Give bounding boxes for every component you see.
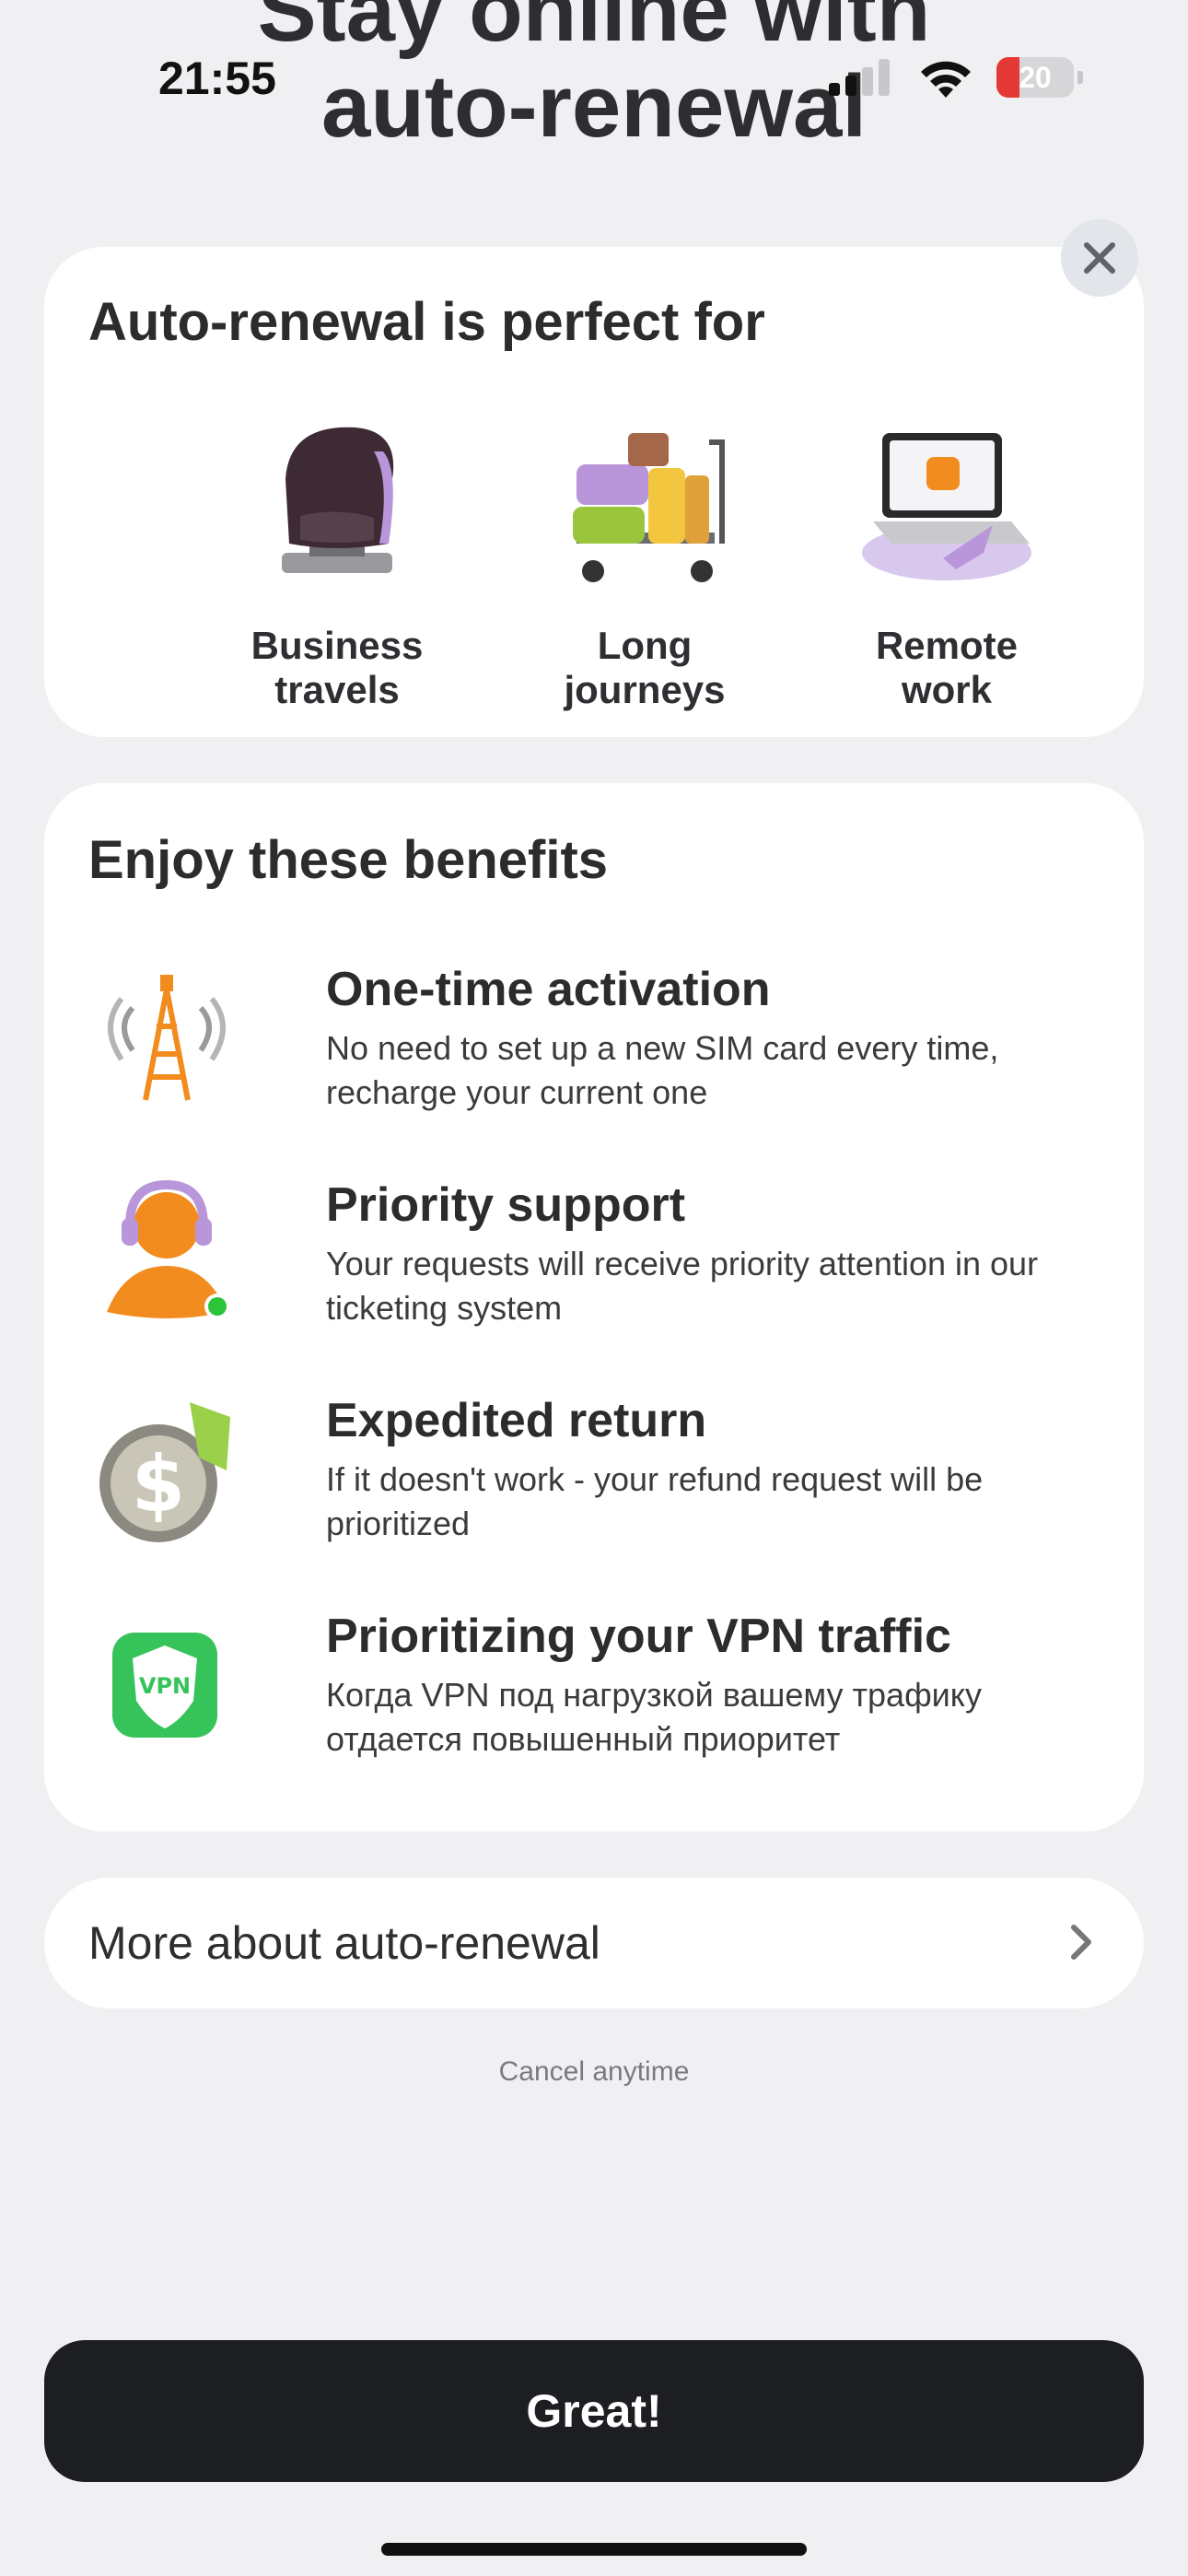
use-cases-card: Auto-renewal is perfect for Business tra… <box>44 247 1144 737</box>
status-icons: 20 <box>829 57 1083 98</box>
use-cases-title: Auto-renewal is perfect for <box>88 292 765 352</box>
cancel-anytime-note: Cancel anytime <box>498 2056 690 2087</box>
close-button[interactable] <box>1061 219 1138 297</box>
support-agent-icon <box>107 1179 230 1319</box>
benefit-vpn-priority: VPN Prioritizing your VPN traffic Когда … <box>88 1609 1120 1793</box>
battery-level: 20 <box>1019 61 1052 94</box>
chevron-right-icon <box>1071 1925 1091 1960</box>
benefit-title: Expedited return <box>326 1394 707 1447</box>
cellular-signal-icon <box>829 59 890 96</box>
benefits-title: Enjoy these benefits <box>88 830 609 890</box>
benefit-description: If it doesn't work - your refund request… <box>326 1460 984 1542</box>
benefit-title: Prioritizing your VPN traffic <box>326 1610 951 1663</box>
benefit-one-time-activation: One-time activation No need to set up a … <box>88 962 1120 1146</box>
benefit-title: One-time activation <box>326 963 771 1016</box>
laptop-icon <box>862 433 1031 580</box>
battery-icon: 20 <box>996 57 1074 98</box>
vpn-badge-text: VPN <box>139 1673 191 1699</box>
use-case-long-journeys: Long journeys <box>525 415 764 712</box>
wifi-icon <box>921 61 971 98</box>
benefits-card: Enjoy these benefits One-time activation… <box>44 783 1144 1832</box>
use-case-business-travels: Business travels <box>217 415 457 712</box>
use-case-remote-work: Remote work <box>827 415 1066 712</box>
use-case-label: Remote work <box>875 624 1019 711</box>
armchair-icon <box>282 427 394 573</box>
luggage-cart-icon <box>573 433 725 582</box>
status-time: 21:55 <box>158 53 276 104</box>
use-case-label: Business travels <box>250 624 424 711</box>
benefit-priority-support: Priority support Your requests will rece… <box>88 1177 1120 1362</box>
benefit-description: No need to set up a new SIM card every t… <box>326 1029 999 1111</box>
page-title-line-1: Stay online with <box>257 0 931 60</box>
great-button[interactable]: Great! <box>44 2340 1144 2482</box>
benefit-description: Когда VPN под нагрузкой вашему трафику о… <box>326 1676 982 1758</box>
use-case-label: Long journeys <box>564 624 726 711</box>
close-icon <box>1084 242 1115 274</box>
more-about-auto-renewal-row[interactable]: More about auto-renewal <box>44 1878 1144 2008</box>
home-indicator[interactable] <box>381 2543 807 2556</box>
benefit-description: Your requests will receive priority atte… <box>326 1245 1039 1327</box>
benefit-title: Priority support <box>326 1178 686 1232</box>
cell-tower-icon <box>108 975 226 1101</box>
dollar-coin-icon: $ <box>99 1402 230 1542</box>
benefit-expedited-return: $ Expedited return If it doesn't work - … <box>88 1393 1120 1577</box>
more-about-label: More about auto-renewal <box>88 1917 600 1969</box>
battery-tip <box>1077 71 1083 84</box>
svg-text:$: $ <box>132 1439 185 1529</box>
vpn-shield-icon: VPN <box>112 1633 217 1738</box>
